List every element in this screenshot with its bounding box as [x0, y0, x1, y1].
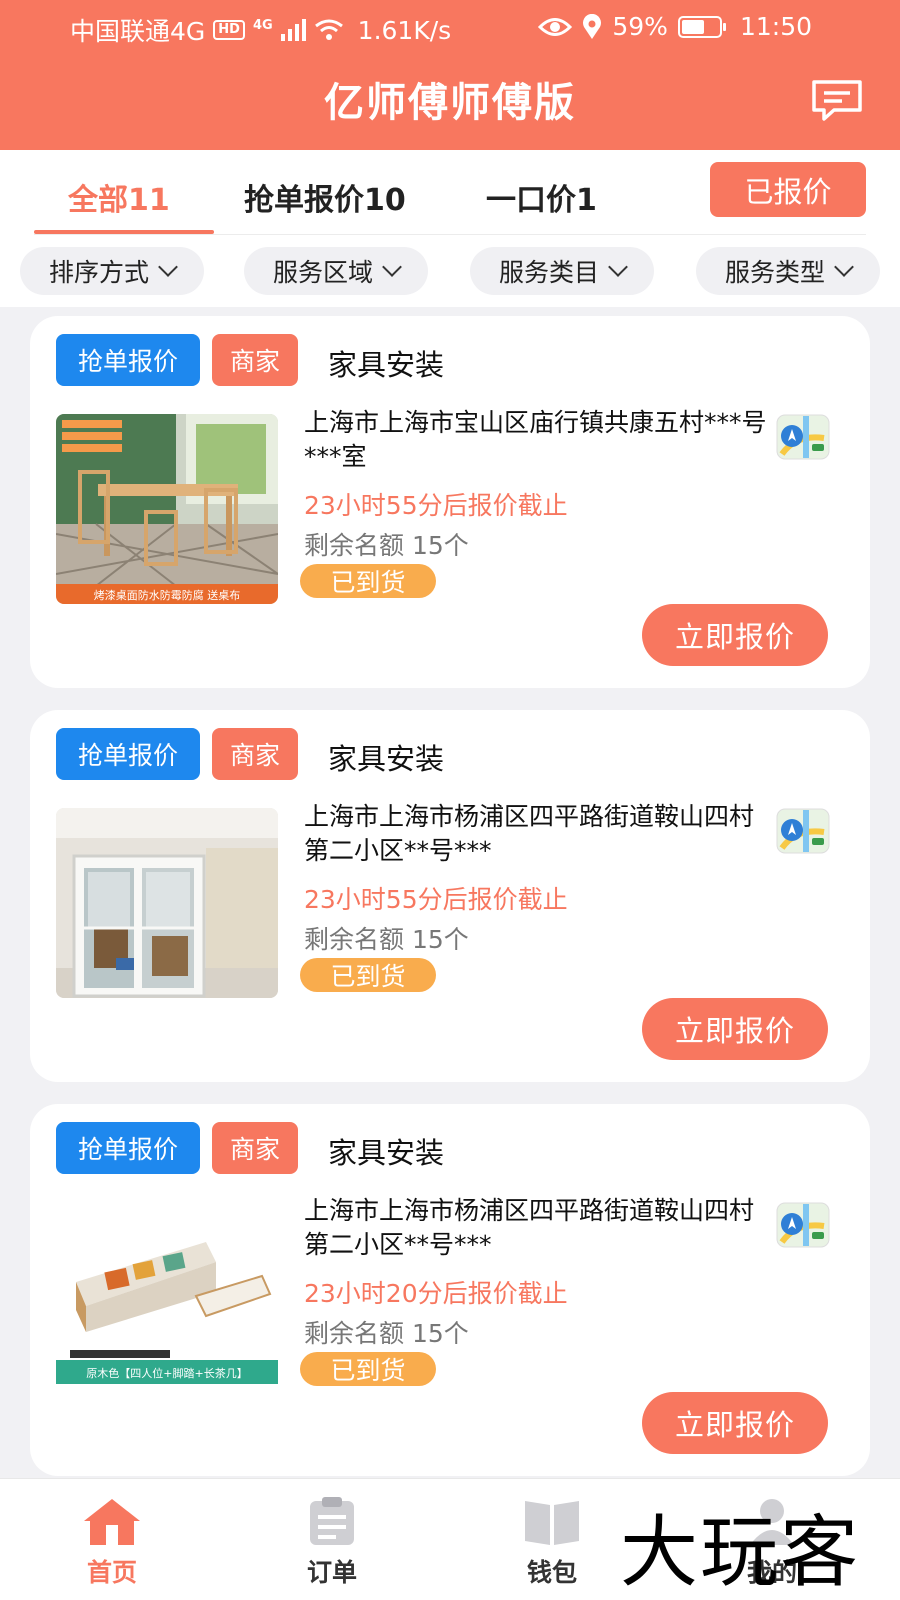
wifi-icon: [314, 19, 343, 40]
watermark-text: 大玩客: [620, 1508, 861, 1598]
order-title: 家具安装: [328, 742, 445, 776]
arrived-badge: 已到货: [300, 1352, 436, 1386]
chevron-down-icon: [382, 257, 402, 277]
location-icon: [583, 13, 602, 39]
nav-wallet-label: 钱包: [526, 1558, 577, 1587]
order-card[interactable]: 抢单报价 商家 家具安装 上海市上海市杨浦区四平路街道鞍山四村第二小区**号**…: [30, 710, 870, 1082]
filter-category-label: 服务类目: [498, 258, 599, 287]
arrived-badge: 已到货: [300, 564, 436, 598]
battery-icon: [677, 15, 726, 38]
eye-icon: [538, 17, 573, 36]
tag-merchant: 商家: [212, 1122, 298, 1174]
nav-wallet[interactable]: 钱包: [492, 1479, 612, 1600]
carrier-text: 中国联通4G: [70, 17, 206, 46]
order-deadline: 23小时55分后报价截止: [304, 491, 568, 520]
nav-orders-label: 订单: [306, 1558, 357, 1587]
map-icon[interactable]: [776, 808, 830, 854]
map-icon[interactable]: [776, 414, 830, 460]
filter-sort[interactable]: 排序方式: [20, 247, 204, 295]
tag-grab-quote: 抢单报价: [56, 1122, 200, 1174]
book-icon: [525, 1501, 579, 1545]
arrived-badge: 已到货: [300, 958, 436, 992]
filter-type[interactable]: 服务类型: [696, 247, 880, 295]
nav-home[interactable]: 首页: [52, 1479, 172, 1600]
tag-grab-quote: 抢单报价: [56, 334, 200, 386]
image-caption: 烤漆桌面防水防霉防腐 送桌布: [94, 588, 241, 602]
hd-icon: HD: [213, 20, 245, 40]
page-title: 亿师傅师傅版: [324, 80, 576, 126]
order-deadline: 23小时55分后报价截止: [304, 885, 568, 914]
order-tabs: 全部11 抢单报价10 一口价1 已报价: [0, 150, 900, 236]
home-icon: [84, 1499, 140, 1545]
net-speed-text: 1.61K/s: [357, 15, 452, 45]
order-address: 上海市上海市杨浦区四平路街道鞍山四村第二小区**号***: [304, 802, 755, 865]
tab-fixed-price[interactable]: 一口价1: [486, 175, 597, 219]
chevron-down-icon: [834, 257, 854, 277]
order-title: 家具安装: [328, 1136, 445, 1170]
filter-area-label: 服务区域: [272, 258, 373, 287]
filter-type-label: 服务类型: [724, 258, 825, 287]
battery-percent: 59%: [612, 12, 668, 41]
tab-grab-quote[interactable]: 抢单报价10: [244, 175, 406, 219]
filter-category[interactable]: 服务类目: [470, 247, 654, 295]
chevron-down-icon: [158, 257, 178, 277]
order-deadline: 23小时20分后报价截止: [304, 1279, 568, 1308]
order-remaining: 剩余名额 15个: [304, 531, 469, 560]
order-address: 上海市上海市宝山区庙行镇共康五村***号***室: [304, 408, 767, 471]
order-remaining: 剩余名额 15个: [304, 1319, 469, 1348]
order-card[interactable]: 抢单报价 商家 家具安装 烤漆桌面防水防霉防腐 送桌布 上海市上海市宝山区庙行镇…: [30, 316, 870, 688]
order-image: 烤漆桌面防水防霉防腐 送桌布: [56, 414, 278, 604]
signal-icon: [280, 19, 306, 41]
order-title: 家具安装: [328, 348, 445, 382]
clipboard-icon: [310, 1497, 354, 1545]
quote-now-button[interactable]: 立即报价: [642, 604, 828, 666]
order-remaining: 剩余名额 15个: [304, 925, 469, 954]
app-header: 中国联通4G HD 4G 1.61K/s 59% 11:50 亿师傅师傅版: [0, 0, 900, 150]
tag-merchant: 商家: [212, 334, 298, 386]
nav-home-label: 首页: [86, 1558, 137, 1587]
nav-orders[interactable]: 订单: [272, 1479, 392, 1600]
clock-text: 11:50: [739, 12, 812, 41]
network-gen-text: 4G: [252, 17, 273, 33]
order-image: [56, 808, 278, 998]
tab-all[interactable]: 全部11: [68, 175, 170, 219]
filter-area[interactable]: 服务区域: [244, 247, 428, 295]
tag-grab-quote: 抢单报价: [56, 728, 200, 780]
quoted-button[interactable]: 已报价: [710, 162, 866, 217]
map-icon[interactable]: [776, 1202, 830, 1248]
filter-sort-label: 排序方式: [48, 258, 149, 287]
tag-merchant: 商家: [212, 728, 298, 780]
order-address: 上海市上海市杨浦区四平路街道鞍山四村第二小区**号***: [304, 1196, 755, 1259]
image-caption: 原木色【四人位+脚踏+长茶几】: [86, 1366, 247, 1380]
quote-now-button[interactable]: 立即报价: [642, 998, 828, 1060]
message-icon[interactable]: [810, 78, 864, 122]
order-image: 原木色【四人位+脚踏+长茶几】: [56, 1202, 278, 1392]
chevron-down-icon: [608, 257, 628, 277]
status-bar: 中国联通4G HD 4G 1.61K/s 59% 11:50: [0, 0, 900, 55]
quote-now-button[interactable]: 立即报价: [642, 1392, 828, 1454]
filter-bar: 排序方式 服务区域 服务类目 服务类型: [0, 235, 900, 307]
order-card[interactable]: 抢单报价 商家 家具安装 原木色【四人位+脚踏+长茶几】 上海市上海市杨浦区四平…: [30, 1104, 870, 1476]
